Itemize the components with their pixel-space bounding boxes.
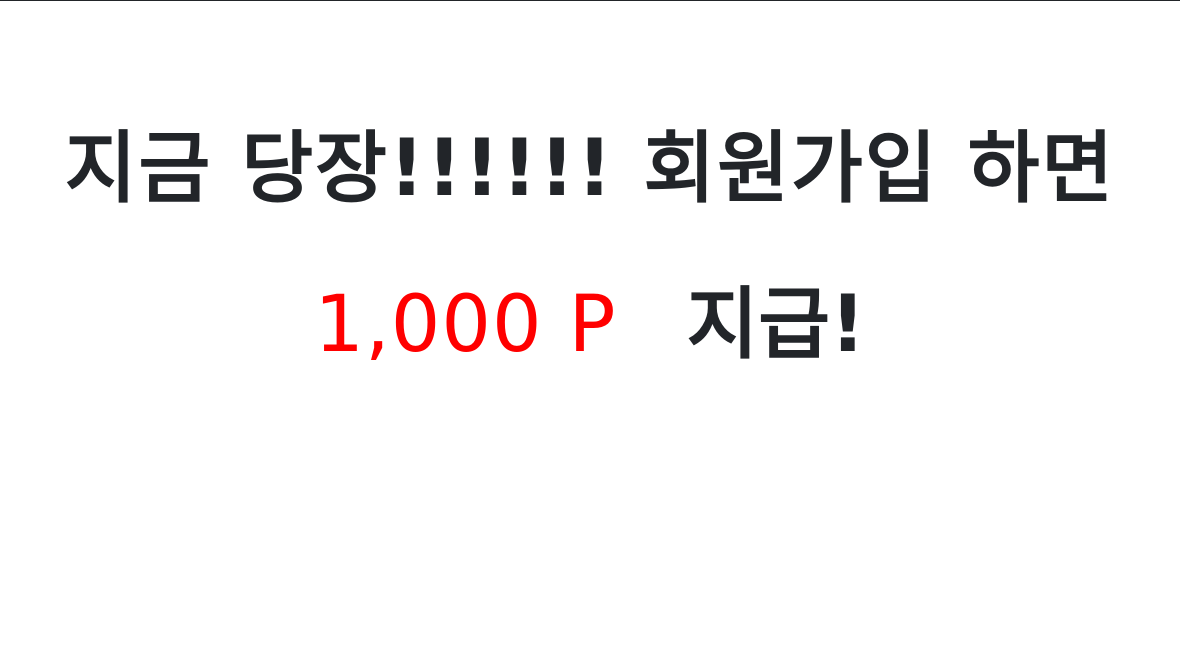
promo-headline: 지금 당장!!!!!! 회원가입 하면 [64, 124, 1116, 214]
promo-page: 지금 당장!!!!!! 회원가입 하면 1,000 P 지급! [0, 0, 1180, 648]
promo-reward-line: 1,000 P 지급! [0, 275, 1180, 375]
reward-label: 지급! [686, 280, 866, 370]
points-amount: 1,000 P [314, 280, 617, 370]
